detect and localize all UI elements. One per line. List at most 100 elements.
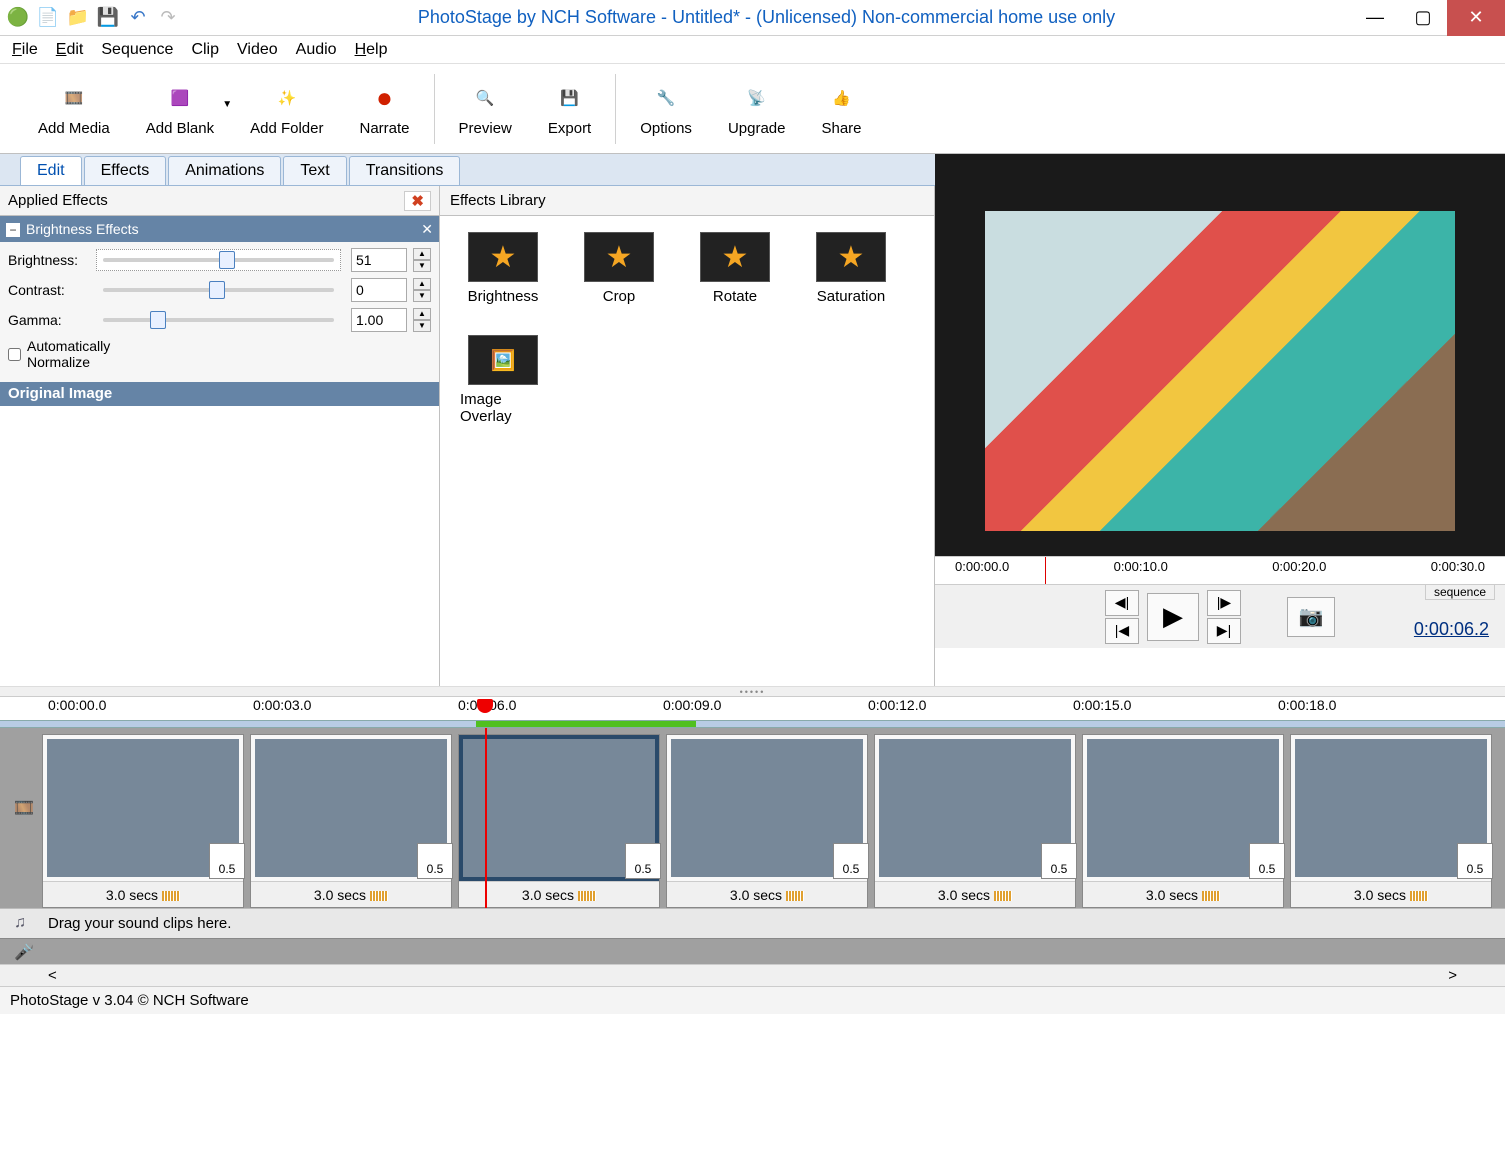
timeline-track[interactable]: 🎞️ 0.53.0 secs 0.53.0 secs 0.53.0 secs 0… <box>0 728 1505 908</box>
transition-badge[interactable]: 0.5 <box>209 843 245 879</box>
mic-track-icon: 🎤 <box>14 942 34 962</box>
clip-7[interactable]: 0.53.0 secs <box>1290 734 1492 908</box>
collapse-icon[interactable]: − <box>6 223 20 237</box>
preview-button[interactable]: 🔍Preview <box>441 69 530 149</box>
clip-5[interactable]: 0.53.0 secs <box>874 734 1076 908</box>
brightness-effect-header[interactable]: −Brightness Effects ✕ <box>0 216 439 242</box>
status-bar: PhotoStage v 3.04 © NCH Software <box>0 986 1505 1014</box>
maximize-button[interactable]: ▢ <box>1399 0 1447 36</box>
star-icon: ★ <box>468 232 538 282</box>
menu-sequence[interactable]: Sequence <box>101 41 173 59</box>
clip-2[interactable]: 0.53.0 secs <box>250 734 452 908</box>
timeline-scrollbar[interactable]: < > <box>0 964 1505 986</box>
upgrade-button[interactable]: 📡Upgrade <box>710 69 804 149</box>
effect-crop[interactable]: ★Crop <box>576 232 662 305</box>
export-button[interactable]: 💾Export <box>530 69 609 149</box>
spin-up[interactable]: ▲ <box>413 278 431 290</box>
tab-effects[interactable]: Effects <box>84 156 167 185</box>
spin-up[interactable]: ▲ <box>413 308 431 320</box>
spin-down[interactable]: ▼ <box>413 290 431 302</box>
add-blank-button[interactable]: 🟪Add Blank▼ <box>128 69 232 149</box>
clip-1[interactable]: 0.53.0 secs <box>42 734 244 908</box>
clip-6[interactable]: 0.53.0 secs <box>1082 734 1284 908</box>
menubar: File Edit Sequence Clip Video Audio Help <box>0 36 1505 64</box>
new-icon[interactable]: 📄 <box>34 4 62 32</box>
effect-brightness[interactable]: ★Brightness <box>460 232 546 305</box>
remove-effect-button[interactable]: ✖ <box>404 191 431 211</box>
menu-audio[interactable]: Audio <box>296 41 337 59</box>
preview-ruler[interactable]: 0:00:00.0 0:00:10.0 0:00:20.0 0:00:30.0 <box>935 556 1505 584</box>
gamma-slider[interactable] <box>96 309 341 331</box>
timeline-strip[interactable] <box>0 720 1505 728</box>
menu-file[interactable]: File <box>12 41 38 59</box>
clip-4[interactable]: 0.53.0 secs <box>666 734 868 908</box>
contrast-slider[interactable] <box>96 279 341 301</box>
menu-help[interactable]: Help <box>355 41 388 59</box>
transition-badge[interactable]: 0.5 <box>625 843 661 879</box>
dropdown-icon[interactable]: ▼ <box>222 99 232 110</box>
upgrade-icon: 📡 <box>739 80 775 116</box>
menu-edit[interactable]: Edit <box>56 41 84 59</box>
effects-library-panel: Effects Library ★Brightness ★Crop ★Rotat… <box>440 186 935 686</box>
minimize-button[interactable]: — <box>1351 0 1399 36</box>
gamma-value[interactable]: 1.00 <box>351 308 407 332</box>
effect-image-overlay[interactable]: 🖼️Image Overlay <box>460 335 546 425</box>
close-effect-icon[interactable]: ✕ <box>421 221 433 238</box>
tab-animations[interactable]: Animations <box>168 156 281 185</box>
snapshot-button[interactable]: 📷 <box>1287 597 1335 637</box>
effect-saturation[interactable]: ★Saturation <box>808 232 894 305</box>
last-frame-button[interactable]: ▶| <box>1207 618 1241 644</box>
spin-down[interactable]: ▼ <box>413 320 431 332</box>
original-image-header[interactable]: Original Image <box>0 382 439 406</box>
timeline-ruler[interactable]: 0:00:00.0 0:00:03.0 0:00:06.0 0:00:09.0 … <box>0 696 1505 720</box>
audio-hint: Drag your sound clips here. <box>48 915 231 932</box>
prev-frame-button[interactable]: ◀| <box>1105 590 1139 616</box>
tab-text[interactable]: Text <box>283 156 346 185</box>
transition-badge[interactable]: 0.5 <box>417 843 453 879</box>
add-folder-button[interactable]: ✨Add Folder <box>232 69 341 149</box>
close-button[interactable]: ✕ <box>1447 0 1505 36</box>
share-button[interactable]: 👍Share <box>803 69 879 149</box>
tab-transitions[interactable]: Transitions <box>349 156 461 185</box>
contrast-value[interactable]: 0 <box>351 278 407 302</box>
sequence-label: sequence <box>1425 584 1495 600</box>
audio-track[interactable]: ♫ Drag your sound clips here. <box>0 908 1505 938</box>
effect-rotate[interactable]: ★Rotate <box>692 232 778 305</box>
splitter[interactable]: ••••• <box>0 686 1505 696</box>
options-button[interactable]: 🔧Options <box>622 69 710 149</box>
contrast-label: Contrast: <box>8 282 90 298</box>
menu-clip[interactable]: Clip <box>191 41 219 59</box>
add-media-button[interactable]: 🎞️Add Media <box>20 69 128 149</box>
preview-time[interactable]: 0:00:06.2 <box>1414 619 1489 640</box>
next-frame-button[interactable]: |▶ <box>1207 590 1241 616</box>
transition-badge[interactable]: 0.5 <box>833 843 869 879</box>
narration-track[interactable]: 🎤 <box>0 938 1505 964</box>
transition-badge[interactable]: 0.5 <box>1249 843 1285 879</box>
scroll-right-icon[interactable]: > <box>1448 967 1457 984</box>
open-icon[interactable]: 📁 <box>64 4 92 32</box>
auto-normalize-checkbox[interactable] <box>8 348 21 361</box>
scroll-left-icon[interactable]: < <box>48 967 57 984</box>
redo-icon[interactable]: ↷ <box>154 4 182 32</box>
spin-up[interactable]: ▲ <box>413 248 431 260</box>
menu-video[interactable]: Video <box>237 41 278 59</box>
tab-edit[interactable]: Edit <box>20 156 82 185</box>
preview-viewport[interactable] <box>935 186 1505 556</box>
brightness-slider[interactable] <box>96 249 341 271</box>
playhead-icon[interactable] <box>1045 557 1046 584</box>
undo-icon[interactable]: ↶ <box>124 4 152 32</box>
brightness-value[interactable]: 51 <box>351 248 407 272</box>
clip-3[interactable]: 0.53.0 secs <box>458 734 660 908</box>
star-icon: ★ <box>584 232 654 282</box>
save-icon[interactable]: 💾 <box>94 4 122 32</box>
first-frame-button[interactable]: |◀ <box>1105 618 1139 644</box>
brightness-label: Brightness: <box>8 252 90 268</box>
play-button[interactable]: ▶ <box>1147 593 1199 641</box>
transition-badge[interactable]: 0.5 <box>1041 843 1077 879</box>
disk-icon: 💾 <box>552 80 588 116</box>
spin-down[interactable]: ▼ <box>413 260 431 272</box>
narrate-button[interactable]: ●Narrate <box>341 69 427 149</box>
transition-badge[interactable]: 0.5 <box>1457 843 1493 879</box>
blank-plus-icon: 🟪 <box>162 80 198 116</box>
playhead-line <box>485 728 487 908</box>
